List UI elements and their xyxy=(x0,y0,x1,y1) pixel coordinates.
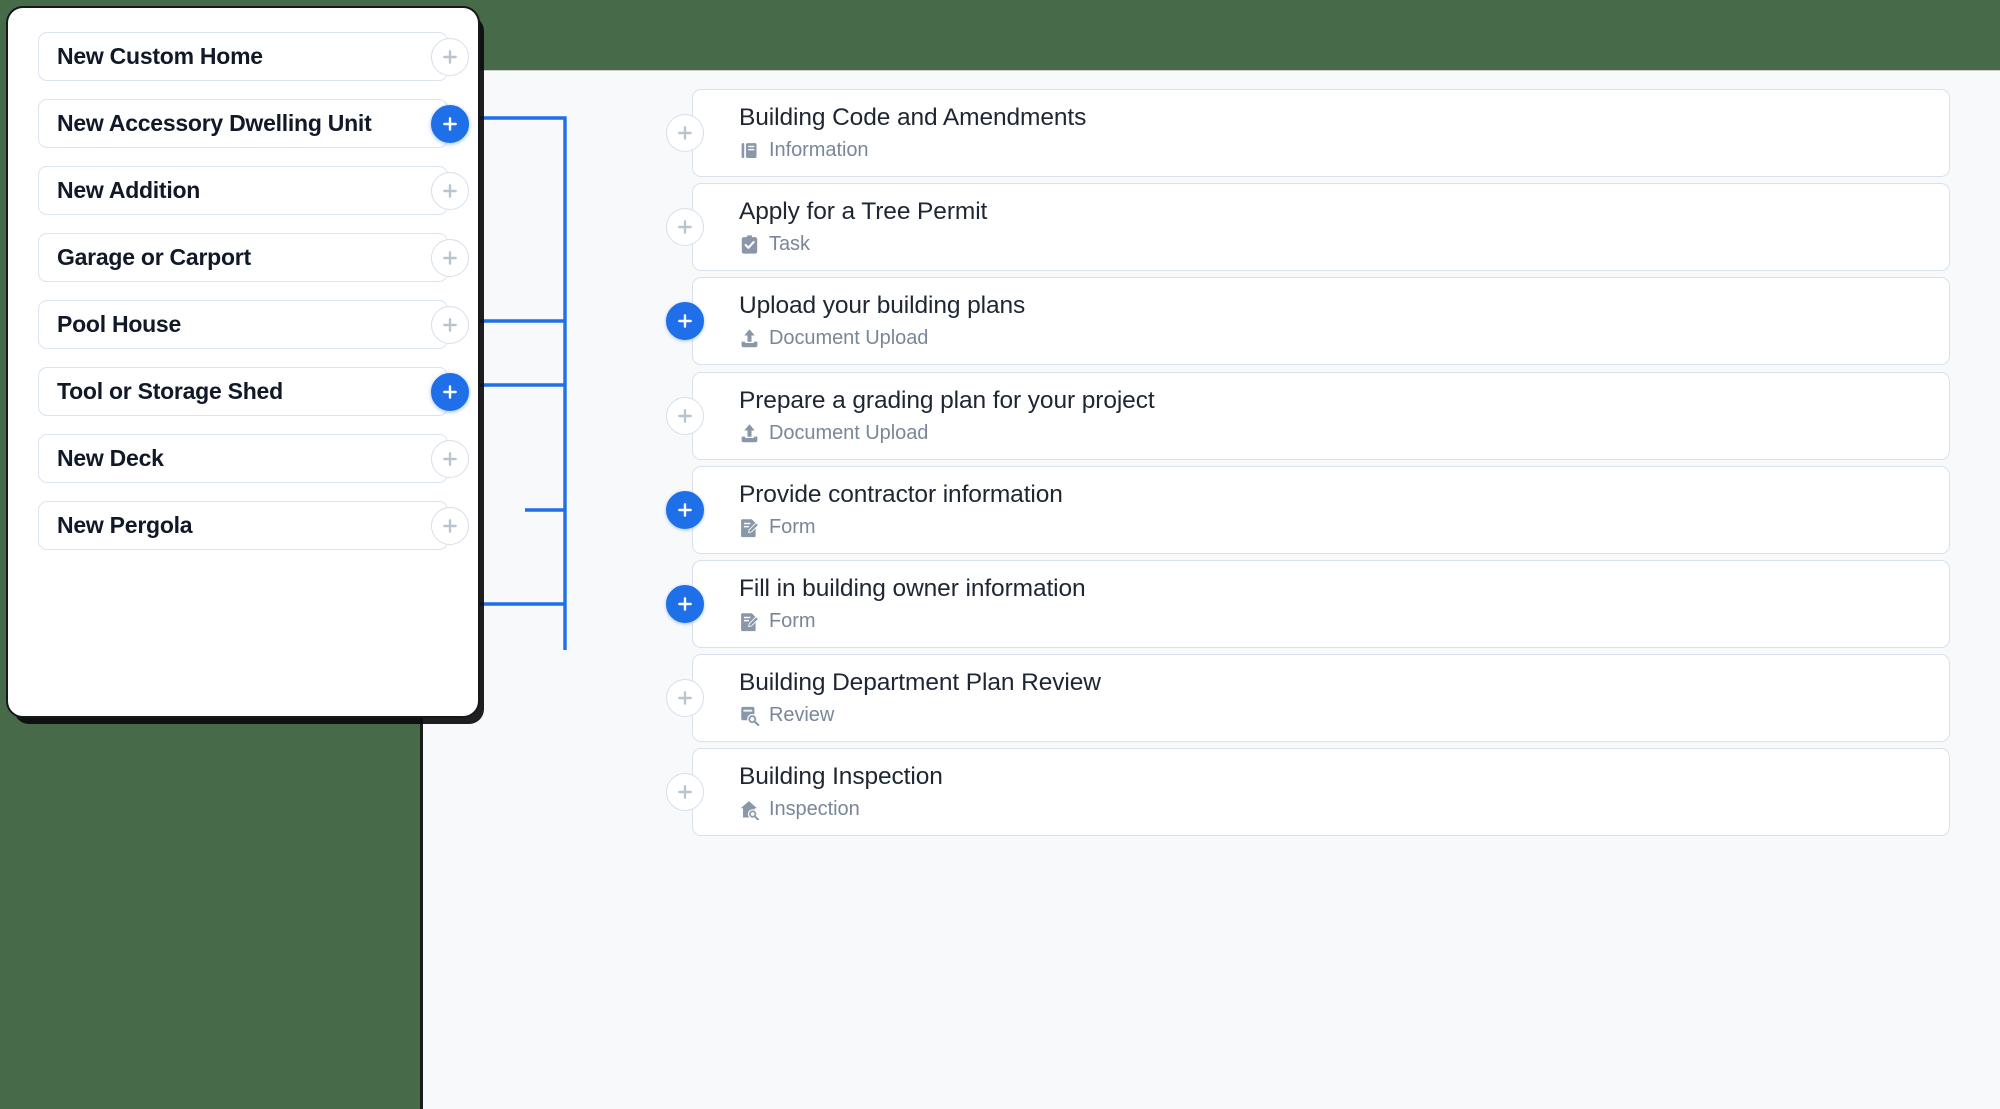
project-type-item-new-pergola[interactable]: New Pergola xyxy=(38,501,469,550)
project-type-label: Tool or Storage Shed xyxy=(57,378,283,404)
workflow-card-prepare-a-grading-plan-for-your-project[interactable]: Prepare a grading plan for your project D… xyxy=(692,371,1950,460)
workflow-card-title: Prepare a grading plan for your project xyxy=(739,386,1155,414)
workflow-card-title: Building Department Plan Review xyxy=(739,669,1101,697)
workflow-card-type-label: Form xyxy=(769,515,816,538)
workflow-card-title: Upload your building plans xyxy=(739,292,1026,320)
plus-icon[interactable] xyxy=(431,171,469,210)
plus-icon[interactable] xyxy=(431,439,469,478)
workflow-card-title: Fill in building owner information xyxy=(739,575,1086,603)
plus-icon[interactable] xyxy=(666,396,704,435)
workflow-card-meta: Task xyxy=(739,233,1949,256)
plus-icon[interactable] xyxy=(666,208,704,247)
workflow-card-fill-in-building-owner-information[interactable]: Fill in building owner information Form xyxy=(692,560,1950,648)
workflow-card-meta: Information xyxy=(739,139,1949,162)
workflow-card-type-label: Review xyxy=(769,704,835,727)
workflow-card-type-label: Form xyxy=(769,609,816,632)
workflow-card-apply-for-a-tree-permit[interactable]: Apply for a Tree Permit Task xyxy=(692,183,1950,272)
document-upload-icon xyxy=(739,328,760,349)
workflow-card-type-label: Information xyxy=(769,138,869,161)
workflow-card-row: Fill in building owner information Form xyxy=(666,560,1950,648)
project-type-list: New Custom Home New Accessory Dwelling Un… xyxy=(38,32,469,550)
workflow-card-row: Building Department Plan Review Review xyxy=(666,654,1950,743)
task-clipboard-icon xyxy=(739,234,760,255)
workflow-card-row: Upload your building plans Document Uploa… xyxy=(666,277,1950,366)
project-type-label: New Accessory Dwelling Unit xyxy=(57,110,372,136)
project-type-label: New Custom Home xyxy=(57,43,263,69)
workflow-card-row: Building Inspection Inspection xyxy=(666,748,1950,837)
project-type-label: Garage or Carport xyxy=(57,244,251,270)
workflow-card-meta: Document Upload xyxy=(739,422,1949,445)
workflow-card-title: Building Code and Amendments xyxy=(739,104,1087,132)
workflow-card-row: Prepare a grading plan for your project D… xyxy=(666,371,1950,460)
project-type-item-garage-or-carport[interactable]: Garage or Carport xyxy=(38,233,469,282)
project-type-label: New Deck xyxy=(57,445,164,471)
workflow-card-meta: Form xyxy=(739,610,1949,633)
workflow-card-type-label: Document Upload xyxy=(769,421,929,444)
workflow-card-building-inspection[interactable]: Building Inspection Inspection xyxy=(692,748,1950,837)
plus-icon[interactable] xyxy=(431,37,469,76)
plus-icon[interactable] xyxy=(666,490,704,529)
project-type-item-new-addition[interactable]: New Addition xyxy=(38,166,469,215)
workflow-card-type-label: Document Upload xyxy=(769,327,929,350)
form-edit-icon xyxy=(739,611,760,632)
workflow-card-meta: Review xyxy=(739,704,1949,727)
workflow-card-row: Building Code and Amendments Information xyxy=(666,89,1950,177)
project-type-item-new-deck[interactable]: New Deck xyxy=(38,434,469,483)
workflow-card-upload-your-building-plans[interactable]: Upload your building plans Document Uploa… xyxy=(692,277,1950,366)
workflow-card-meta: Form xyxy=(739,516,1949,539)
workflow-card-building-code-and-amendments[interactable]: Building Code and Amendments Information xyxy=(692,89,1950,177)
project-type-item-tool-or-storage-shed[interactable]: Tool or Storage Shed xyxy=(38,367,469,416)
form-edit-icon xyxy=(739,517,760,538)
workflow-card-type-label: Task xyxy=(769,233,810,256)
workflow-card-meta: Inspection xyxy=(739,798,1949,821)
workflow-card-meta: Document Upload xyxy=(739,327,1949,350)
project-type-panel: New Custom Home New Accessory Dwelling Un… xyxy=(6,6,480,718)
workflow-card-type-label: Inspection xyxy=(769,798,860,821)
project-type-label: New Pergola xyxy=(57,512,193,538)
project-type-item-new-accessory-dwelling-unit[interactable]: New Accessory Dwelling Unit xyxy=(38,99,469,148)
workflow-card-provide-contractor-information[interactable]: Provide contractor information Form xyxy=(692,465,1950,554)
project-type-item-new-custom-home[interactable]: New Custom Home xyxy=(38,32,469,81)
plus-icon[interactable] xyxy=(431,238,469,277)
workflow-card-title: Apply for a Tree Permit xyxy=(739,198,988,226)
plus-icon[interactable] xyxy=(666,679,704,718)
project-type-item-pool-house[interactable]: Pool House xyxy=(38,300,469,349)
project-type-label: Pool House xyxy=(57,311,182,337)
workflow-card-row: Provide contractor information Form xyxy=(666,465,1950,554)
project-type-label: New Addition xyxy=(57,177,201,203)
plus-icon[interactable] xyxy=(431,506,469,545)
plus-icon[interactable] xyxy=(666,585,704,623)
information-book-icon xyxy=(739,140,760,161)
plus-icon[interactable] xyxy=(431,372,469,411)
workflow-card-row: Apply for a Tree Permit Task xyxy=(666,183,1950,272)
plus-icon[interactable] xyxy=(666,114,704,152)
plus-icon[interactable] xyxy=(431,104,469,143)
review-search-icon xyxy=(739,705,760,727)
inspection-house-icon xyxy=(739,799,760,821)
workflow-card-building-department-plan-review[interactable]: Building Department Plan Review Review xyxy=(692,654,1950,743)
plus-icon[interactable] xyxy=(431,305,469,344)
workflow-card-title: Building Inspection xyxy=(739,763,943,791)
workflow-card-title: Provide contractor information xyxy=(739,480,1063,508)
document-upload-icon xyxy=(739,423,760,444)
